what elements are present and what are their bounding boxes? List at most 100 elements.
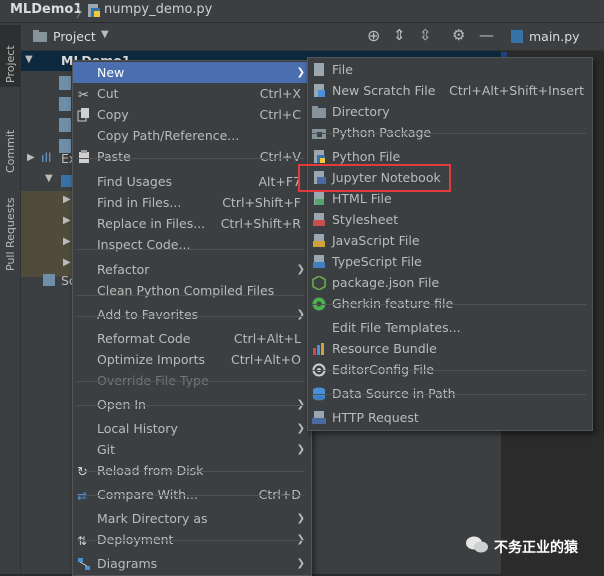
menu-item-label: Replace in Files... [97,216,206,231]
menu-item-label: Cut [97,86,119,101]
menu-item-git[interactable]: Git ❯ [73,439,311,460]
resource-bundle-icon [313,343,324,355]
gear-icon[interactable]: ⚙ [452,26,465,44]
submenu-item-directory[interactable]: Directory [308,101,592,122]
file-icon [59,118,71,132]
chevron-right-icon: ❯ [296,309,305,320]
paste-icon [79,150,89,163]
menu-separator [77,471,305,472]
chevron-down-icon[interactable]: ▼ [101,29,109,40]
menu-item-label: Reformat Code [97,331,191,346]
menu-item-label: Local History [97,421,178,436]
menu-item-diagrams[interactable]: Diagrams ❯ [73,553,311,574]
menu-item-local-history[interactable]: Local History ❯ [73,418,311,439]
file-icon [59,76,71,90]
menu-separator [312,304,586,305]
submenu-item-package-json-file[interactable]: package.json File [308,272,592,293]
menu-separator [77,381,305,382]
menu-item-paste[interactable]: Paste Ctrl+V [73,146,311,167]
menu-item-new[interactable]: New ❯ [73,62,311,83]
menu-item-shortcut: Ctrl+Shift+F [222,195,301,210]
chevron-down-icon[interactable]: ▼ [25,54,33,65]
menu-item-inspect-code[interactable]: Inspect Code... [73,234,311,255]
menu-item-mark-directory-as[interactable]: Mark Directory as ❯ [73,508,311,529]
folder-icon [33,30,47,42]
locate-icon[interactable]: ⊕ [367,26,380,45]
python-file-icon [88,4,100,17]
menu-separator [77,158,305,159]
submenu-item-typescript-file[interactable]: TypeScript File [308,251,592,272]
menu-item-label: Add to Favorites [97,307,199,322]
chevron-right-icon: ❯ [296,264,305,275]
menu-item-cut[interactable]: ✂ Cut Ctrl+X [73,83,311,104]
breadcrumb-separator: 〉 [76,5,89,20]
chevron-right-icon: ❯ [296,444,305,455]
file-icon [314,63,324,76]
menu-item-find-usages[interactable]: Find Usages Alt+F7 [73,171,311,192]
project-name[interactable]: MLDemo1 [10,2,82,17]
expand-all-icon[interactable]: ⇕ [393,26,406,44]
chevron-right-icon[interactable]: ▶ [63,257,71,268]
editor-tab[interactable]: main.py [501,23,604,51]
menu-item-shortcut: Ctrl+Alt+L [233,331,301,346]
submenu-item-stylesheet[interactable]: Stylesheet [308,209,592,230]
scissors-icon: ✂ [78,88,89,101]
menu-item-add-to-favorites[interactable]: Add to Favorites ❯ [73,304,311,325]
project-panel-title[interactable]: Project [53,29,96,44]
diagram-icon [78,558,90,570]
breadcrumb-file[interactable]: numpy_demo.py [104,2,212,17]
chevron-right-icon[interactable]: ▶ [63,215,71,226]
submenu-item-resource-bundle[interactable]: Resource Bundle [308,338,592,359]
menu-separator [77,405,305,406]
ts-icon [313,255,325,268]
copy-icon [77,108,89,122]
menu-item-label: Find in Files... [97,195,182,210]
menu-item-reformat-code[interactable]: Reformat Code Ctrl+Alt+L [73,328,311,349]
title-bar: MLDemo1 〉 numpy_demo.py [0,0,604,23]
scratches-icon [43,274,55,286]
new-submenu: File New Scratch File Ctrl+Alt+Shift+Inser… [307,57,593,431]
menu-separator [77,316,305,317]
submenu-item-new-scratch-file[interactable]: New Scratch File Ctrl+Alt+Shift+Insert [308,80,592,101]
menu-item-copy-path-reference[interactable]: Copy Path/Reference... [73,125,311,146]
submenu-item-label: Resource Bundle [332,341,437,356]
menu-item-shortcut: Ctrl+Alt+O [231,352,301,367]
menu-item-shortcut: Ctrl+Shift+R [220,216,301,231]
css-icon [313,213,325,226]
submenu-item-edit-file-templates[interactable]: Edit File Templates... [308,317,592,338]
menu-item-optimize-imports[interactable]: Optimize Imports Ctrl+Alt+O [73,349,311,370]
chevron-down-icon[interactable]: ▼ [45,173,53,184]
submenu-item-label: Stylesheet [332,212,399,227]
submenu-item-label: New Scratch File [332,83,436,98]
menu-item-label: New [97,65,125,80]
menu-separator [77,540,305,541]
menu-item-find-in-files[interactable]: Find in Files... Ctrl+Shift+F [73,192,311,213]
collapse-all-icon[interactable]: ⇳ [419,26,432,44]
svg-text:✂: ✂ [78,88,89,101]
submenu-item-file[interactable]: File [308,59,592,80]
submenu-item-label: HTTP Request [332,410,419,425]
chevron-right-icon[interactable]: ▶ [27,152,35,163]
menu-separator [312,133,586,134]
menu-item-replace-in-files[interactable]: Replace in Files... Ctrl+Shift+R [73,213,311,234]
chevron-right-icon[interactable]: ▶ [63,194,71,205]
watermark-text: 不务正业的猿 [494,540,578,556]
submenu-item-javascript-file[interactable]: JavaScript File [308,230,592,251]
menu-item-label: Mark Directory as [97,511,208,526]
menu-item-label: Copy [97,107,129,122]
hide-icon[interactable]: — [479,26,494,44]
menu-separator [77,295,305,296]
menu-item-label: Find Usages [97,174,173,189]
html-icon [314,192,324,205]
submenu-item-http-request[interactable]: HTTP Request [308,407,592,428]
menu-item-clean-python-compiled-files[interactable]: Clean Python Compiled Files [73,280,311,301]
editor-tab-label[interactable]: main.py [529,29,580,44]
menu-item-label: Copy Path/Reference... [97,128,240,143]
submenu-item-label: File [332,62,353,77]
menu-item-label: Optimize Imports [97,352,206,367]
libraries-icon: ıll [41,150,52,165]
menu-item-shortcut: Ctrl+C [259,107,301,122]
menu-item-copy[interactable]: Copy Ctrl+C [73,104,311,125]
menu-item-refactor[interactable]: Refactor ❯ [73,259,311,280]
chevron-right-icon[interactable]: ▶ [63,236,71,247]
